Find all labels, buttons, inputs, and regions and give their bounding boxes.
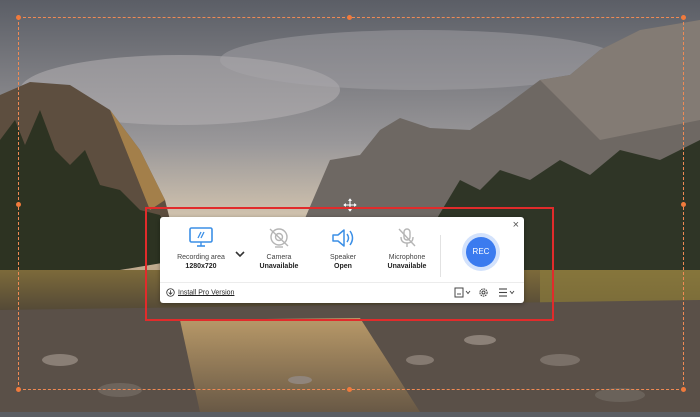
- resize-handle-left[interactable]: [16, 202, 21, 207]
- speaker-control[interactable]: Speaker Open: [308, 227, 378, 271]
- record-button[interactable]: REC: [466, 237, 496, 267]
- camera-control[interactable]: Camera Unavailable: [244, 227, 314, 271]
- speaker-status: Open: [334, 263, 352, 270]
- resize-handle-top-right[interactable]: [681, 15, 686, 20]
- install-pro-label: Install Pro Version: [178, 289, 235, 297]
- microphone-control[interactable]: Microphone Unavailable: [372, 227, 442, 271]
- recorder-panel: × Recording area 1280x720 Camera Unavail…: [160, 217, 524, 303]
- camera-label: Camera: [266, 254, 292, 261]
- resize-handle-top-left[interactable]: [16, 15, 21, 20]
- recording-area-label: Recording area: [177, 254, 225, 261]
- microphone-status: Unavailable: [387, 263, 427, 270]
- resize-handle-right[interactable]: [681, 202, 686, 207]
- speaker-label: Speaker: [329, 254, 357, 261]
- resize-handle-top[interactable]: [347, 15, 352, 20]
- settings-icon[interactable]: [478, 287, 489, 298]
- recording-area-value: 1280x720: [185, 263, 217, 270]
- microphone-off-icon: [398, 228, 416, 247]
- menu-icon[interactable]: [498, 287, 516, 298]
- camera-status: Unavailable: [259, 263, 299, 270]
- microphone-label: Microphone: [388, 254, 426, 261]
- camera-off-icon: [269, 228, 289, 248]
- download-icon: [166, 288, 175, 297]
- resize-handle-bottom[interactable]: [347, 387, 352, 392]
- panel-footer: Install Pro Version: [160, 282, 524, 304]
- resize-handle-bottom-left[interactable]: [16, 387, 21, 392]
- close-button[interactable]: ×: [513, 219, 519, 231]
- install-pro-link[interactable]: Install Pro Version: [166, 288, 234, 297]
- divider: [440, 235, 441, 277]
- recording-area-control[interactable]: Recording area 1280x720: [166, 227, 236, 271]
- speaker-icon: [332, 229, 354, 247]
- resize-handle-bottom-right[interactable]: [681, 387, 686, 392]
- video-history-icon[interactable]: [454, 287, 472, 298]
- monitor-icon: [189, 227, 213, 247]
